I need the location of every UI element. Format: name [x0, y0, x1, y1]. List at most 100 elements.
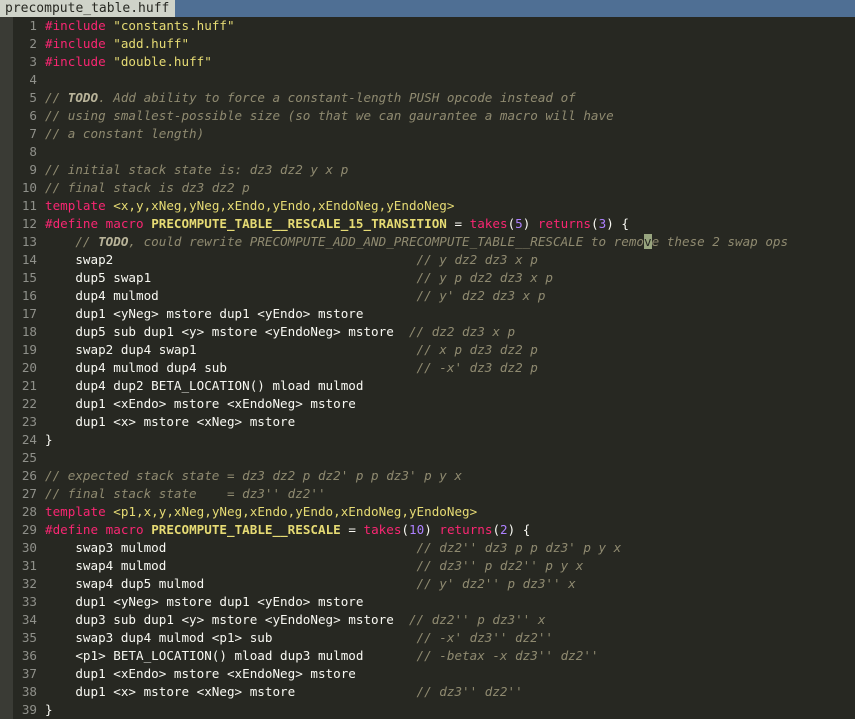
- code-line[interactable]: 23 dup1 <x> mstore <xNeg> mstore: [13, 413, 295, 431]
- code-line[interactable]: 3 #include "double.huff": [13, 53, 212, 71]
- code-line[interactable]: 24}: [13, 431, 53, 449]
- code-line[interactable]: 36 <p1> BETA_LOCATION() mload dup3 mulmo…: [13, 647, 599, 665]
- code-line[interactable]: 29 #define macro PRECOMPUTE_TABLE__RESCAL…: [13, 521, 531, 539]
- code-token: // final stack state = dz3'' dz2'': [45, 486, 326, 501]
- line-number: 8: [29, 144, 37, 159]
- code-token: #include: [45, 54, 106, 69]
- line-number: 27: [21, 486, 37, 501]
- code-line[interactable]: 38 dup1 <x> mstore <xNeg> mstore // dz3'…: [13, 683, 523, 701]
- line-number: 22: [21, 396, 37, 411]
- code-line[interactable]: 2 #include "add.huff": [13, 35, 189, 53]
- line-number: 10: [21, 180, 37, 195]
- code-token: #include: [45, 36, 106, 51]
- line-number: 30: [21, 540, 37, 555]
- code-line[interactable]: 13 // TODO, could rewrite PRECOMPUTE_ADD…: [13, 233, 788, 251]
- code-token: // y dz2 dz3 x p: [416, 252, 538, 267]
- code-line[interactable]: 34 dup3 sub dup1 <y> mstore <yEndoNeg> m…: [13, 611, 546, 629]
- code-line[interactable]: 35 swap3 dup4 mulmod <p1> sub // -x' dz3…: [13, 629, 553, 647]
- code-line[interactable]: 22 dup1 <xEndo> mstore <xEndoNeg> mstore: [13, 395, 356, 413]
- line-number: 20: [21, 360, 37, 375]
- line-code: }: [45, 432, 53, 447]
- line-number: 24: [21, 432, 37, 447]
- code-editor[interactable]: 1 #include "constants.huff" 2 #include "add…: [13, 17, 855, 719]
- code-line[interactable]: 32 swap4 dup5 mulmod // y' dz2'' p dz3''…: [13, 575, 576, 593]
- code-token: //: [45, 90, 68, 105]
- code-line[interactable]: 39}: [13, 701, 53, 719]
- code-line[interactable]: 37 dup1 <xEndo> mstore <xEndoNeg> mstore: [13, 665, 356, 683]
- line-number: 28: [21, 504, 37, 519]
- line-number: 23: [21, 414, 37, 429]
- code-line[interactable]: 16 dup4 mulmod // y' dz2 dz3 x p: [13, 287, 546, 305]
- line-code: <p1> BETA_LOCATION() mload dup3 mulmod /…: [45, 648, 599, 663]
- code-token: dup1 <xEndo> mstore <xEndoNeg> mstore: [45, 396, 356, 411]
- line-number: 31: [21, 558, 37, 573]
- code-token: returns: [537, 216, 591, 231]
- code-line[interactable]: 8: [13, 143, 45, 161]
- line-code: dup1 <yNeg> mstore dup1 <yEndo> mstore: [45, 306, 363, 321]
- code-line[interactable]: 33 dup1 <yNeg> mstore dup1 <yEndo> mstor…: [13, 593, 364, 611]
- code-token: =: [446, 216, 470, 231]
- code-token: // -betax -x dz3'' dz2'': [416, 648, 599, 663]
- code-token: // y p dz2 dz3 x p: [416, 270, 554, 285]
- code-line[interactable]: 26 // expected stack state = dz3 dz2 p dz…: [13, 467, 462, 485]
- line-number: 26: [21, 468, 37, 483]
- code-token: dup4 mulmod dup4 sub: [45, 360, 417, 375]
- code-token: swap3 mulmod: [45, 540, 417, 555]
- code-token: dup4 mulmod: [45, 288, 417, 303]
- code-line[interactable]: 25: [13, 449, 45, 467]
- code-token: dup5 swap1: [45, 270, 417, 285]
- code-line[interactable]: 10 // final stack is dz3 dz2 p: [13, 179, 250, 197]
- line-number: 1: [29, 18, 37, 33]
- code-line[interactable]: 14 swap2 // y dz2 dz3 x p: [13, 251, 538, 269]
- line-number: 2: [29, 36, 37, 51]
- code-token: // final stack is dz3 dz2 p: [45, 180, 250, 195]
- code-token: PRECOMPUTE_TABLE__RESCALE: [151, 522, 341, 537]
- code-line[interactable]: 7 // a constant length): [13, 125, 204, 143]
- line-number: 6: [29, 108, 37, 123]
- code-token: "constants.huff": [113, 18, 235, 33]
- code-line[interactable]: 27 // final stack state = dz3'' dz2'': [13, 485, 326, 503]
- code-token: <x,y,xNeg,yNeg,xEndo,yEndo,xEndoNeg,yEnd…: [105, 198, 455, 213]
- code-line[interactable]: 4: [13, 71, 45, 89]
- code-token: takes: [469, 216, 508, 231]
- tab-precompute-table[interactable]: precompute_table.huff: [0, 0, 176, 17]
- line-number: 17: [21, 306, 37, 321]
- code-line[interactable]: 9 // initial stack state is: dz3 dz2 y x …: [13, 161, 348, 179]
- line-code: // a constant length): [45, 126, 204, 141]
- code-token: dup4 dup2 BETA_LOCATION() mload mulmod: [45, 378, 364, 393]
- line-code: #include "double.huff": [45, 54, 212, 69]
- code-line[interactable]: 19 swap2 dup4 swap1 // x p dz3 dz2 p: [13, 341, 538, 359]
- line-code: swap4 dup5 mulmod // y' dz2'' p dz3'' x: [45, 576, 575, 591]
- code-line[interactable]: 18 dup5 sub dup1 <y> mstore <yEndoNeg> m…: [13, 323, 515, 341]
- line-code: dup3 sub dup1 <y> mstore <yEndoNeg> msto…: [45, 612, 545, 627]
- code-line[interactable]: 5 // TODO. Add ability to force a constan…: [13, 89, 576, 107]
- code-token: // initial stack state is: dz3 dz2 y x p: [45, 162, 349, 177]
- code-token: swap2: [45, 252, 417, 267]
- code-line[interactable]: 1 #include "constants.huff": [13, 17, 235, 35]
- code-token: // a constant length): [45, 126, 205, 141]
- line-number: 5: [29, 90, 37, 105]
- code-line[interactable]: 12 #define macro PRECOMPUTE_TABLE__RESCAL…: [13, 215, 629, 233]
- code-line[interactable]: 30 swap3 mulmod // dz2'' dz3 p p dz3' p …: [13, 539, 621, 557]
- code-token: TODO: [67, 90, 99, 105]
- code-token: #define: [45, 216, 99, 231]
- code-token: dup1 <yNeg> mstore dup1 <yEndo> mstore: [45, 306, 364, 321]
- code-token: . Add ability to force a constant-length…: [98, 90, 576, 105]
- code-line[interactable]: 6 // using smallest-possible size (so tha…: [13, 107, 613, 125]
- line-number: 37: [21, 666, 37, 681]
- code-line[interactable]: 28 template <p1,x,y,xNeg,yNeg,xEndo,yEndo…: [13, 503, 477, 521]
- gutter-strip: [0, 17, 13, 719]
- code-line[interactable]: 20 dup4 mulmod dup4 sub // -x' dz3 dz2 p: [13, 359, 538, 377]
- code-line[interactable]: 15 dup5 swap1 // y p dz2 dz3 x p: [13, 269, 553, 287]
- line-code: dup5 sub dup1 <y> mstore <yEndoNeg> msto…: [45, 324, 515, 339]
- line-number: 32: [21, 576, 37, 591]
- code-line[interactable]: 11 template <x,y,xNeg,yNeg,xEndo,yEndo,xE…: [13, 197, 455, 215]
- code-line[interactable]: 21 dup4 dup2 BETA_LOCATION() mload mulmo…: [13, 377, 364, 395]
- line-number: 34: [21, 612, 37, 627]
- code-token: macro: [105, 522, 144, 537]
- code-line[interactable]: 17 dup1 <yNeg> mstore dup1 <yEndo> mstor…: [13, 305, 364, 323]
- tab-bar: precompute_table.huff: [0, 0, 855, 17]
- line-number: 39: [21, 702, 37, 717]
- code-line[interactable]: 31 swap4 mulmod // dz3'' p dz2'' p y x: [13, 557, 584, 575]
